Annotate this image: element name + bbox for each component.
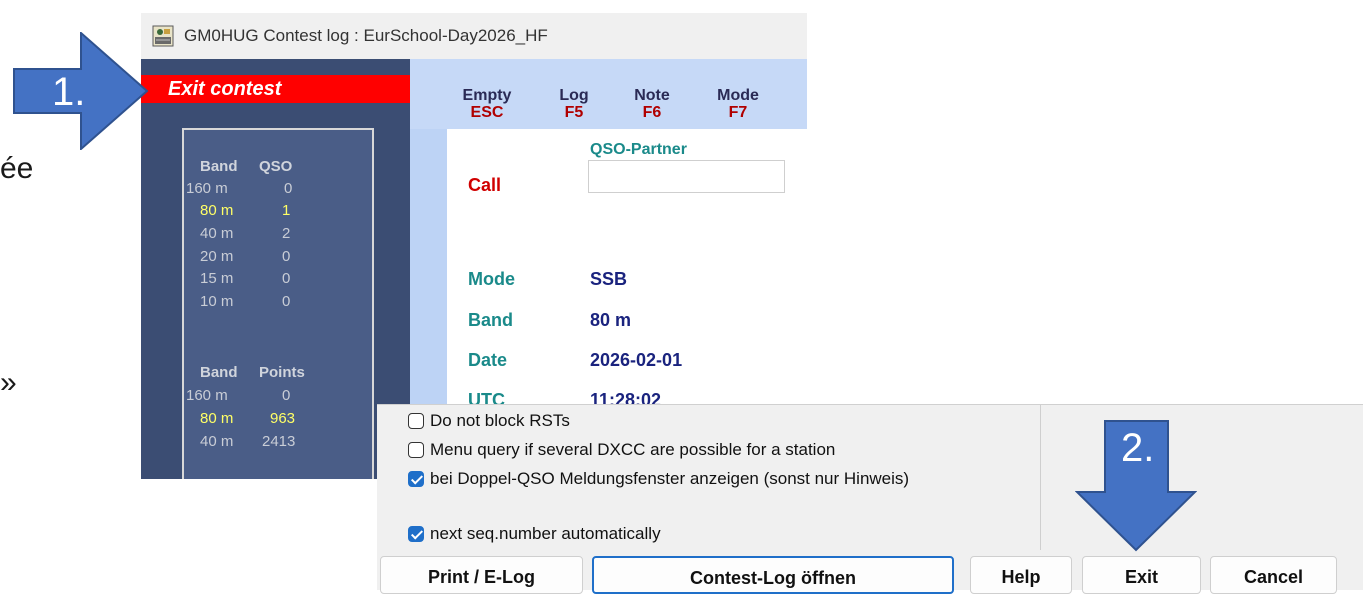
qso-row-band: 10 m bbox=[200, 293, 234, 310]
option-doppel-qso-window[interactable]: bei Doppel-QSO Meldungsfenster anzeigen … bbox=[408, 469, 909, 489]
date-label: Date bbox=[468, 350, 508, 370]
qso-row-band: 20 m bbox=[200, 248, 234, 265]
points-row-band: 80 m bbox=[200, 410, 234, 427]
checkbox-label: next seq.number automatically bbox=[430, 524, 661, 543]
checkbox-checked[interactable] bbox=[408, 526, 424, 542]
option-do-not-block-rsts[interactable]: Do not block RSTs bbox=[408, 411, 570, 431]
band-value: 80 m bbox=[590, 310, 632, 330]
checkbox-label: Do not block RSTs bbox=[430, 411, 570, 430]
points-row-value: 2413 bbox=[262, 433, 296, 450]
qso-row-band: 80 m bbox=[200, 202, 234, 219]
edge-fragment-2: » bbox=[0, 366, 17, 399]
key-shortcut: F7 bbox=[728, 104, 748, 121]
callout-label-1: 1. bbox=[52, 70, 86, 114]
key-name: Empty bbox=[462, 87, 512, 104]
checkbox-checked[interactable] bbox=[408, 471, 424, 487]
key-name: Log bbox=[559, 87, 589, 104]
mode-label: Mode bbox=[468, 269, 515, 289]
qso-row-value: 2 bbox=[282, 225, 291, 242]
qso-row-band: 160 m bbox=[186, 180, 228, 197]
print-elog-button[interactable]: Print / E-Log bbox=[380, 556, 583, 594]
option-next-seq-number[interactable]: next seq.number automatically bbox=[408, 524, 661, 544]
edge-fragment-1: ée bbox=[0, 152, 34, 185]
qso-band-header: Band bbox=[200, 158, 238, 175]
checkbox[interactable] bbox=[408, 442, 424, 458]
qso-partner-heading: QSO-Partner bbox=[590, 141, 687, 158]
options-dialog: Do not block RSTs Menu query if several … bbox=[377, 404, 1363, 594]
qso-row-value: 1 bbox=[282, 202, 291, 219]
mode-key-button[interactable]: Mode F7 bbox=[710, 87, 766, 121]
call-input[interactable] bbox=[588, 160, 785, 193]
qso-row-value: 0 bbox=[282, 293, 291, 310]
sidebar: Exit contest Band QSO 160 m 0 80 m 1 40 … bbox=[141, 59, 410, 479]
qso-row-band: 40 m bbox=[200, 225, 234, 242]
points-band-header: Band bbox=[200, 364, 238, 381]
points-row-value: 0 bbox=[282, 387, 291, 404]
options-group: Do not block RSTs Menu query if several … bbox=[377, 405, 1041, 550]
call-label: Call bbox=[468, 175, 502, 195]
title-bar: GM0HUG Contest log : EurSchool-Day2026_H… bbox=[141, 13, 807, 59]
help-button[interactable]: Help bbox=[970, 556, 1072, 594]
window-title: GM0HUG Contest log : EurSchool-Day2026_H… bbox=[184, 26, 548, 45]
points-row-value: 963 bbox=[270, 410, 296, 427]
exit-contest-button[interactable]: Exit contest bbox=[141, 75, 410, 103]
date-value: 2026-02-01 bbox=[590, 350, 683, 370]
callout-label-2: 2. bbox=[1121, 426, 1155, 470]
cancel-button[interactable]: Cancel bbox=[1210, 556, 1337, 594]
key-shortcut: F5 bbox=[564, 104, 584, 121]
key-shortcut: ESC bbox=[470, 104, 504, 121]
exit-button[interactable]: Exit bbox=[1082, 556, 1201, 594]
option-menu-query-dxcc[interactable]: Menu query if several DXCC are possible … bbox=[408, 440, 835, 460]
function-key-toolbar: Empty ESC Log F5 Note F6 Mode F7 bbox=[410, 59, 807, 129]
key-shortcut: F6 bbox=[642, 104, 662, 121]
qso-row-value: 0 bbox=[284, 180, 293, 197]
qso-row-value: 0 bbox=[282, 248, 291, 265]
key-name: Note bbox=[634, 87, 670, 104]
callout-arrow-2: 2. bbox=[1074, 420, 1198, 552]
checkbox-label: bei Doppel-QSO Meldungsfenster anzeigen … bbox=[430, 469, 910, 488]
callout-arrow-1: 1. bbox=[13, 30, 149, 152]
log-key-button[interactable]: Log F5 bbox=[554, 87, 594, 121]
points-row-band: 40 m bbox=[200, 433, 234, 450]
mode-value: SSB bbox=[590, 269, 628, 289]
points-header: Points bbox=[259, 364, 305, 381]
checkbox-label: Menu query if several DXCC are possible … bbox=[430, 440, 836, 459]
points-row-band: 160 m bbox=[186, 387, 228, 404]
qso-row-band: 15 m bbox=[200, 270, 234, 287]
qso-count-header: QSO bbox=[259, 158, 293, 175]
open-contest-log-button[interactable]: Contest-Log öffnen bbox=[592, 556, 954, 594]
note-key-button[interactable]: Note F6 bbox=[627, 87, 677, 121]
app-radio-icon bbox=[152, 25, 174, 47]
qso-row-value: 0 bbox=[282, 270, 291, 287]
key-name: Mode bbox=[717, 87, 759, 104]
checkbox[interactable] bbox=[408, 413, 424, 429]
empty-key-button[interactable]: Empty ESC bbox=[457, 87, 517, 121]
band-label: Band bbox=[468, 310, 513, 330]
band-stats-panel: Band QSO 160 m 0 80 m 1 40 m 2 20 m 0 15… bbox=[182, 128, 374, 479]
